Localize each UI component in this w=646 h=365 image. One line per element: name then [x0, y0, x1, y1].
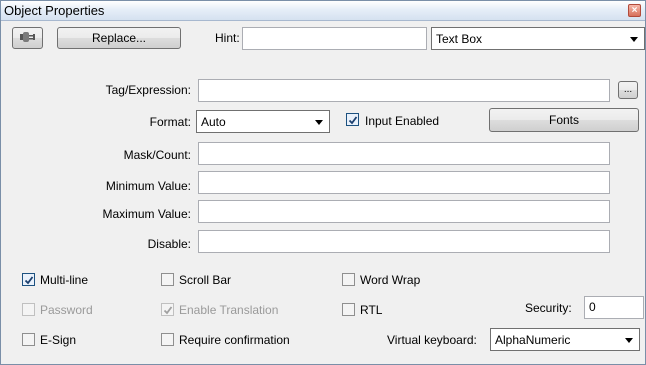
- esign-checkbox[interactable]: [22, 333, 35, 346]
- format-select[interactable]: Auto: [196, 110, 330, 133]
- minimum-value-input[interactable]: [198, 171, 610, 194]
- chevron-down-icon: [625, 338, 633, 343]
- object-type-select[interactable]: Text Box: [431, 27, 645, 50]
- format-value: Auto: [201, 115, 226, 129]
- virtual-keyboard-select[interactable]: AlphaNumeric: [490, 328, 640, 351]
- close-icon: ×: [631, 4, 638, 16]
- scrollbar-checkbox[interactable]: [161, 273, 174, 286]
- input-enabled-checkbox[interactable]: [346, 113, 359, 126]
- hint-label: Hint:: [215, 31, 240, 45]
- password-label: Password: [40, 303, 93, 317]
- password-checkbox: [22, 303, 35, 316]
- security-label: Security:: [525, 301, 572, 315]
- ellipsis-icon: ...: [623, 84, 633, 95]
- browse-tag-button[interactable]: ...: [618, 81, 638, 99]
- wordwrap-checkbox[interactable]: [342, 273, 355, 286]
- fonts-button[interactable]: Fonts: [489, 108, 639, 132]
- maximum-value-input[interactable]: [198, 200, 610, 223]
- enable-translation-label: Enable Translation: [179, 303, 279, 317]
- checkmark-icon: [24, 275, 33, 284]
- tag-expression-input[interactable]: [198, 79, 610, 102]
- disable-input[interactable]: [198, 230, 610, 253]
- plug-button[interactable]: [12, 27, 43, 49]
- rtl-checkbox[interactable]: [342, 303, 355, 316]
- require-confirmation-label: Require confirmation: [179, 333, 290, 347]
- minimum-value-label: Minimum Value:: [105, 179, 191, 193]
- wordwrap-label: Word Wrap: [360, 273, 421, 287]
- virtual-keyboard-label: Virtual keyboard:: [387, 333, 477, 347]
- checkmark-icon: [163, 305, 172, 314]
- replace-button[interactable]: Replace...: [57, 27, 181, 49]
- chevron-down-icon: [315, 120, 323, 125]
- esign-label: E-Sign: [40, 333, 77, 347]
- security-input[interactable]: 0: [584, 296, 644, 319]
- plug-icon: [19, 31, 37, 46]
- window-title: Object Properties: [4, 3, 105, 18]
- mask-count-input[interactable]: [198, 142, 610, 165]
- disable-label: Disable:: [147, 237, 191, 251]
- multiline-label: Multi-line: [40, 273, 89, 287]
- input-enabled-label: Input Enabled: [365, 114, 440, 128]
- mask-count-label: Mask/Count:: [123, 148, 191, 162]
- format-label: Format:: [149, 115, 191, 129]
- object-type-value: Text Box: [436, 32, 483, 46]
- chevron-down-icon: [630, 37, 638, 42]
- checkmark-icon: [348, 115, 357, 124]
- maximum-value-label: Maximum Value:: [102, 207, 191, 221]
- title-bar[interactable]: Object Properties ×: [1, 1, 645, 21]
- virtual-keyboard-value: AlphaNumeric: [495, 333, 571, 347]
- enable-translation-checkbox: [161, 303, 174, 316]
- object-properties-window: Object Properties × Replace... Hint: Tex…: [0, 0, 646, 365]
- close-button[interactable]: ×: [628, 4, 641, 17]
- require-confirmation-checkbox[interactable]: [161, 333, 174, 346]
- multiline-checkbox[interactable]: [22, 273, 35, 286]
- tag-expression-label: Tag/Expression:: [105, 83, 191, 97]
- rtl-label: RTL: [360, 303, 383, 317]
- scrollbar-label: Scroll Bar: [179, 273, 232, 287]
- hint-input[interactable]: [242, 27, 427, 50]
